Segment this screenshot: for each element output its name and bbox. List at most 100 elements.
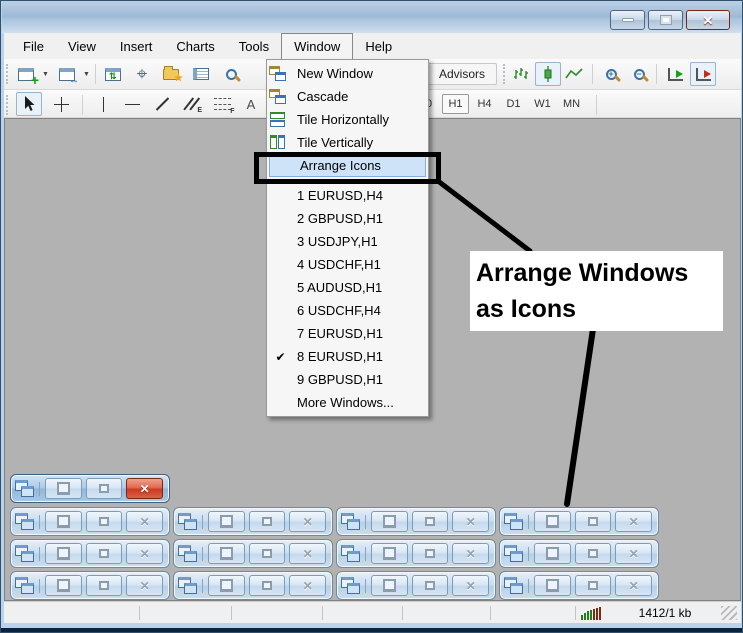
navigator-button[interactable]: ★	[158, 62, 184, 86]
restore-button[interactable]	[534, 575, 571, 596]
menu-item-chart-3[interactable]: 3 USDJPY,H1	[267, 230, 428, 253]
close-button[interactable]: ✕	[289, 543, 326, 564]
minimized-chart-window[interactable]: ✕	[499, 507, 659, 536]
equidistant-channel-button[interactable]: E	[179, 92, 205, 116]
chart-shift-button[interactable]	[690, 62, 716, 86]
close-button[interactable]: ✕	[615, 575, 652, 596]
market-watch-button[interactable]: ⇅	[100, 62, 126, 86]
resize-grip[interactable]	[721, 606, 737, 620]
maximize-button[interactable]	[575, 543, 612, 564]
minimized-chart-window[interactable]: ✕	[336, 571, 496, 600]
menu-charts[interactable]: Charts	[164, 33, 226, 59]
restore-button[interactable]	[45, 575, 82, 596]
restore-button[interactable]	[534, 543, 571, 564]
restore-button[interactable]	[208, 575, 245, 596]
menu-item-cascade[interactable]: Cascade	[267, 85, 428, 108]
maximize-button[interactable]	[249, 575, 286, 596]
close-button[interactable]: ✕	[126, 575, 163, 596]
new-chart-button[interactable]: +	[13, 62, 39, 86]
close-button[interactable]: ✕	[126, 543, 163, 564]
cursor-button[interactable]	[16, 92, 42, 116]
menu-window[interactable]: Window	[281, 33, 353, 59]
restore-button[interactable]	[208, 543, 245, 564]
menu-view[interactable]: View	[56, 33, 108, 59]
maximize-button[interactable]	[249, 511, 286, 532]
restore-button[interactable]	[534, 511, 571, 532]
menu-item-tile-horizontally[interactable]: Tile Horizontally	[267, 108, 428, 131]
maximize-button[interactable]	[86, 478, 123, 499]
maximize-button[interactable]	[86, 575, 123, 596]
menu-item-chart-8[interactable]: ✔8 EURUSD,H1	[267, 345, 428, 368]
fibonacci-button[interactable]: F	[209, 92, 235, 116]
timeframe-h4-button[interactable]: H4	[471, 94, 498, 114]
close-button[interactable]: ✕	[289, 511, 326, 532]
minimized-chart-window[interactable]: ✕	[173, 507, 333, 536]
menu-item-more-windows[interactable]: More Windows...	[267, 391, 428, 414]
timeframe-d1-button[interactable]: D1	[500, 94, 527, 114]
minimized-chart-window-active[interactable]: ✕	[10, 474, 170, 503]
restore-button[interactable]	[371, 511, 408, 532]
minimized-chart-window[interactable]: ✕	[499, 571, 659, 600]
close-button[interactable]: ✕	[126, 478, 163, 499]
menu-file[interactable]: File	[11, 33, 56, 59]
candlestick-chart-button[interactable]	[535, 62, 561, 86]
maximize-button[interactable]	[648, 10, 683, 30]
maximize-button[interactable]	[249, 543, 286, 564]
maximize-button[interactable]	[86, 543, 123, 564]
restore-button[interactable]	[45, 511, 82, 532]
maximize-button[interactable]	[86, 511, 123, 532]
minimized-chart-window[interactable]: ✕	[10, 571, 170, 600]
minimized-chart-window[interactable]: ✕	[336, 539, 496, 568]
maximize-button[interactable]	[412, 511, 449, 532]
crosshair-button[interactable]	[48, 92, 74, 116]
menu-item-chart-5[interactable]: 5 AUDUSD,H1	[267, 276, 428, 299]
trendline-button[interactable]	[149, 92, 175, 116]
menu-item-chart-7[interactable]: 7 EURUSD,H1	[267, 322, 428, 345]
zoom-in-button[interactable]: +	[598, 62, 624, 86]
maximize-button[interactable]	[412, 543, 449, 564]
close-button[interactable]: ✕	[615, 511, 652, 532]
restore-button[interactable]	[45, 478, 82, 499]
menu-tools[interactable]: Tools	[227, 33, 281, 59]
toolbar-grip[interactable]	[503, 64, 507, 84]
maximize-button[interactable]	[412, 575, 449, 596]
restore-button[interactable]	[371, 543, 408, 564]
close-button[interactable]: ✕	[126, 511, 163, 532]
line-chart-button[interactable]	[561, 62, 587, 86]
menu-item-tile-vertically[interactable]: Tile Vertically	[267, 131, 428, 154]
timeframe-h1-button[interactable]: H1	[442, 94, 469, 114]
restore-button[interactable]	[208, 511, 245, 532]
close-button[interactable]: ✕	[452, 543, 489, 564]
maximize-button[interactable]	[575, 511, 612, 532]
horizontal-line-button[interactable]	[119, 92, 145, 116]
strategy-tester-button[interactable]	[218, 62, 244, 86]
close-button[interactable]: ✕	[615, 543, 652, 564]
menu-item-chart-1[interactable]: 1 EURUSD,H4	[267, 184, 428, 207]
minimized-chart-window[interactable]: ✕	[173, 571, 333, 600]
restore-button[interactable]	[371, 575, 408, 596]
title-bar[interactable]: ✕	[2, 1, 742, 33]
minimized-chart-window[interactable]: ✕	[10, 507, 170, 536]
profiles-dropdown-icon[interactable]: ▼	[83, 71, 90, 78]
minimize-button[interactable]	[610, 10, 645, 30]
menu-help[interactable]: Help	[353, 33, 404, 59]
close-button[interactable]: ✕	[289, 575, 326, 596]
close-button[interactable]: ✕	[452, 511, 489, 532]
close-button[interactable]: ✕	[686, 10, 730, 30]
menu-item-chart-9[interactable]: 9 GBPUSD,H1	[267, 368, 428, 391]
menu-item-chart-4[interactable]: 4 USDCHF,H1	[267, 253, 428, 276]
profiles-button[interactable]: ↔	[54, 62, 80, 86]
minimized-chart-window[interactable]: ✕	[499, 539, 659, 568]
auto-scroll-button[interactable]	[662, 62, 688, 86]
menu-insert[interactable]: Insert	[108, 33, 165, 59]
bar-chart-button[interactable]	[509, 62, 535, 86]
timeframe-w1-button[interactable]: W1	[529, 94, 556, 114]
new-chart-dropdown-icon[interactable]: ▼	[42, 71, 49, 78]
data-window-button[interactable]: ⌖	[129, 62, 155, 86]
vertical-line-button[interactable]	[90, 92, 116, 116]
toolbar-grip[interactable]	[6, 64, 10, 84]
close-button[interactable]: ✕	[452, 575, 489, 596]
menu-item-chart-2[interactable]: 2 GBPUSD,H1	[267, 207, 428, 230]
restore-button[interactable]	[45, 543, 82, 564]
toolbar-grip[interactable]	[6, 95, 10, 115]
